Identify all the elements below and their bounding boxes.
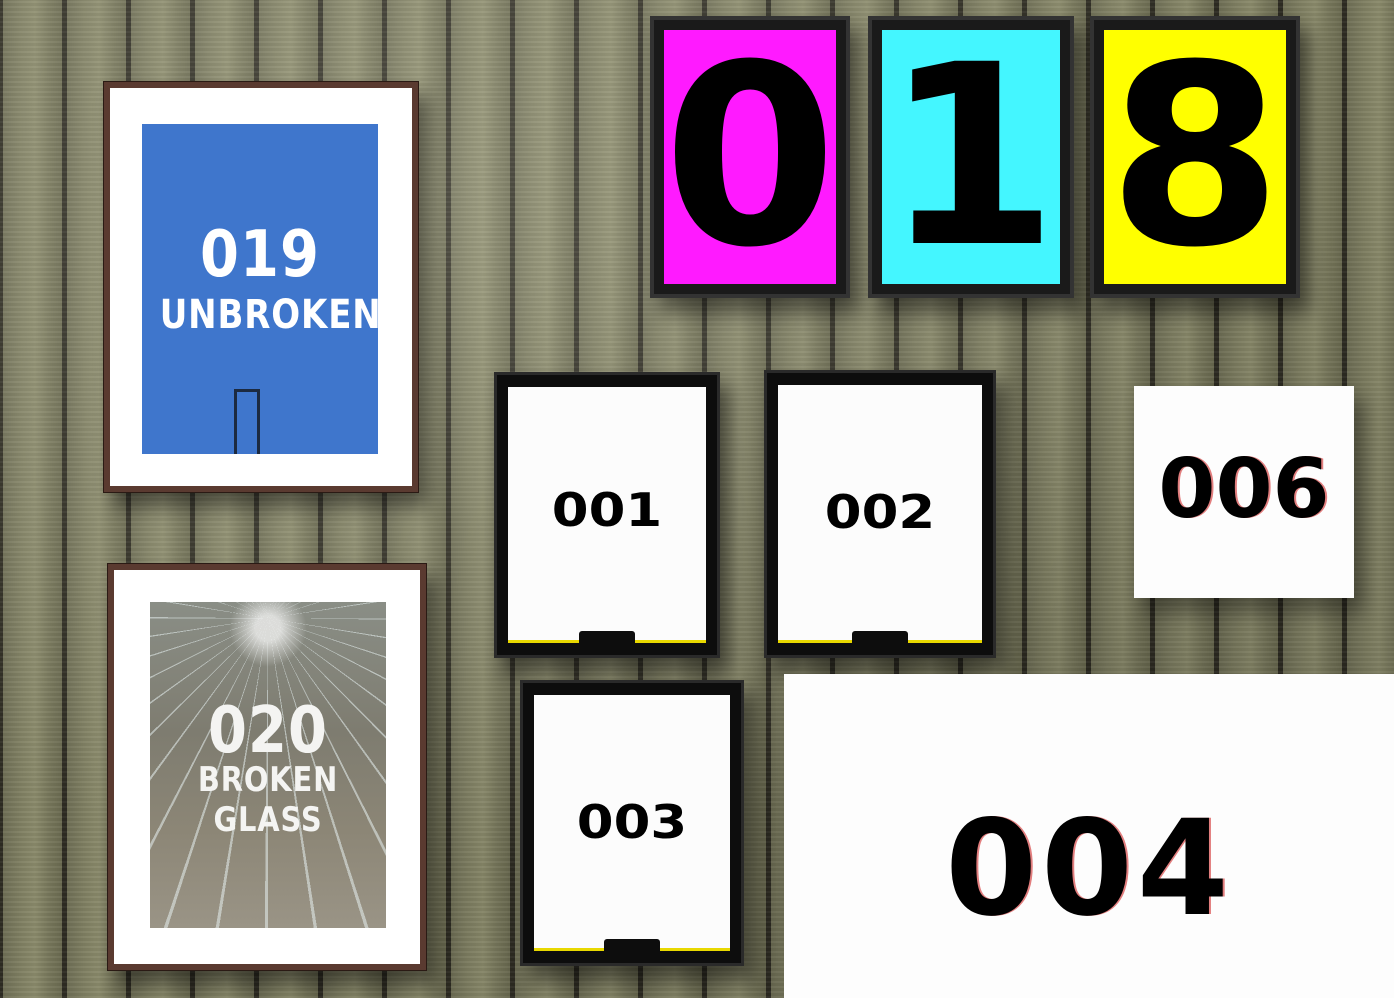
- card-002: 002: [778, 385, 982, 643]
- poster-title-unbroken: UNBROKEN: [159, 292, 378, 338]
- digit-panel-magenta: 0: [663, 11, 837, 302]
- card-label-002: 002: [824, 485, 936, 539]
- poster-number-019: 019: [200, 217, 320, 292]
- frame-notch: [604, 939, 660, 951]
- poster-broken-glass: 020 BROKEN GLASS: [150, 602, 386, 928]
- big-digit-1: 1: [884, 11, 1058, 302]
- card-label-006: 006: [1158, 442, 1330, 537]
- card-006[interactable]: 006: [1134, 386, 1354, 598]
- big-digit-0: 0: [663, 11, 837, 302]
- card-label-004: 004: [945, 792, 1233, 946]
- digit-frame-0[interactable]: 0: [650, 16, 850, 298]
- digit-frame-8[interactable]: 8: [1090, 16, 1300, 298]
- card-label-001: 001: [551, 483, 663, 537]
- poster-number-020: 020: [208, 693, 328, 768]
- card-003: 003: [534, 695, 730, 951]
- poster-frame-broken-glass[interactable]: 020 BROKEN GLASS: [107, 563, 427, 971]
- frame-notch: [579, 631, 635, 643]
- card-004[interactable]: 004: [784, 674, 1394, 998]
- big-digit-8: 8: [1108, 11, 1282, 302]
- digit-frame-1[interactable]: 1: [868, 16, 1074, 298]
- poster-title-broken-glass: BROKEN GLASS: [197, 760, 339, 840]
- digit-panel-cyan: 1: [882, 30, 1060, 284]
- card-frame-003[interactable]: 003: [520, 680, 744, 966]
- card-frame-001[interactable]: 001: [494, 372, 720, 658]
- poster-frame-unbroken[interactable]: 019 UNBROKEN: [103, 81, 419, 493]
- digit-panel-yellow: 8: [1104, 30, 1286, 284]
- card-label-003: 003: [576, 795, 688, 849]
- frame-notch: [852, 631, 908, 643]
- card-frame-002[interactable]: 002: [764, 370, 996, 658]
- poster-unbroken: 019 UNBROKEN: [142, 124, 378, 454]
- crane-silhouette: [234, 389, 260, 454]
- card-001: 001: [508, 387, 706, 643]
